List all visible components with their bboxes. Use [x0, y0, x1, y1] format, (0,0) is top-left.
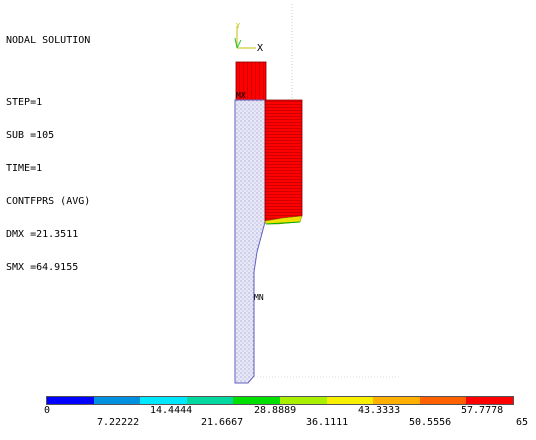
legend-color-cell-9: [466, 397, 513, 404]
legend-tick-5: 36.1111: [306, 417, 349, 428]
legend-color-cell-8: [419, 397, 467, 404]
min-marker: MN: [254, 293, 264, 302]
legend-tick-9: 65: [516, 417, 529, 428]
max-marker: MX: [236, 91, 246, 100]
legend-color-cell-5: [279, 397, 327, 404]
triad-x-label: X: [257, 43, 263, 54]
right-contact-zone: [264, 99, 303, 222]
legend-tick-3: 21.6667: [201, 417, 244, 428]
legend-tick-8: 57.7778: [461, 405, 504, 416]
legend-color-cell-0: [47, 397, 94, 404]
legend-tick-6: 43.3333: [358, 405, 401, 416]
contour-legend-bar: [46, 396, 514, 405]
legend-color-cell-2: [140, 397, 187, 404]
legend-tick-7: 50.5556: [409, 417, 452, 428]
legend-tick-0: 0: [44, 405, 51, 416]
body-part: [234, 99, 266, 384]
legend-tick-1: 7.22222: [97, 417, 140, 428]
axis-triad-icon: Y X: [234, 22, 263, 54]
legend-color-cell-1: [93, 397, 141, 404]
legend-color-cell-4: [233, 397, 280, 404]
legend-color-cell-3: [186, 397, 234, 404]
model-viewport[interactable]: Y X MX MN: [0, 0, 536, 395]
legend-color-cell-7: [373, 397, 420, 404]
legend-tick-4: 28.8889: [254, 405, 297, 416]
legend-tick-2: 14.4444: [150, 405, 193, 416]
legend-color-cell-6: [326, 397, 374, 404]
triad-y-label: Y: [236, 22, 241, 30]
